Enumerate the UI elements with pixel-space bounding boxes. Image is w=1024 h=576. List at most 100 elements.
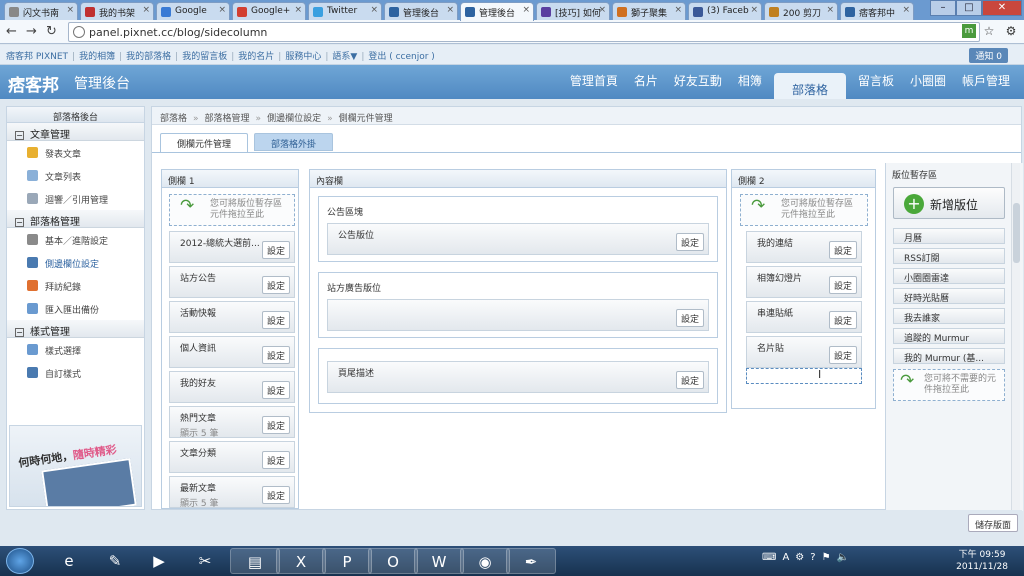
- top-link[interactable]: 登出 ( ccenjor ): [368, 52, 434, 62]
- help-icon[interactable]: ?: [810, 552, 815, 563]
- widget-item[interactable]: 我的好友 設定: [169, 371, 295, 403]
- tab-blog-plugins[interactable]: 部落格外掛: [254, 133, 334, 151]
- collapse-icon[interactable]: −: [15, 328, 24, 337]
- browser-tab[interactable]: 痞客邦中 ×: [840, 2, 914, 20]
- browser-tab[interactable]: 獅子聚集 ×: [612, 2, 686, 20]
- maximize-icon[interactable]: □: [956, 0, 982, 16]
- media-player-icon[interactable]: ▶: [134, 548, 184, 574]
- config-button[interactable]: 設定: [261, 311, 290, 329]
- collapse-icon[interactable]: −: [15, 131, 24, 140]
- nav-item[interactable]: 名片: [626, 72, 666, 99]
- volume-icon[interactable]: 🔈: [837, 552, 849, 563]
- config-button[interactable]: 設定: [675, 309, 704, 327]
- browser-tab[interactable]: Google+ ×: [232, 2, 306, 20]
- add-widget-button[interactable]: + 新增版位: [893, 187, 1005, 219]
- config-button[interactable]: 設定: [261, 276, 290, 294]
- nav-item[interactable]: 帳戶管理: [954, 72, 1018, 99]
- temp-widget-item[interactable]: 好時光貼曆: [893, 288, 1005, 304]
- breadcrumb-item[interactable]: 部落格管理: [205, 114, 250, 124]
- discard-drop-zone[interactable]: ↷ 您可將不需要的元 件拖拉至此: [893, 369, 1005, 401]
- widget-site-ad[interactable]: 設定: [327, 299, 709, 331]
- sidebar-item[interactable]: 拜訪紀錄: [7, 274, 144, 297]
- browser-tab[interactable]: 200 剪刀 ×: [764, 2, 838, 20]
- close-icon[interactable]: ✕: [982, 0, 1022, 16]
- top-link[interactable]: 我的留言板: [182, 52, 227, 62]
- tab-close-icon[interactable]: ×: [902, 5, 910, 15]
- explorer-icon[interactable]: ▤: [230, 548, 280, 574]
- tab-close-icon[interactable]: ×: [674, 5, 682, 15]
- nav-item[interactable]: 好友互動: [666, 72, 730, 99]
- config-button[interactable]: 設定: [675, 371, 704, 389]
- config-button[interactable]: 設定: [261, 381, 290, 399]
- config-button[interactable]: 設定: [261, 416, 290, 434]
- tab-close-icon[interactable]: ×: [294, 5, 302, 15]
- wrench-icon[interactable]: ⚙: [1004, 24, 1018, 38]
- collapse-icon[interactable]: −: [15, 218, 24, 227]
- drop-zone[interactable]: ↷ 您可將版位暫存區 元件拖拉至此: [169, 194, 295, 226]
- widget-item[interactable]: 相簿幻燈片 設定: [746, 266, 862, 298]
- browser-tab[interactable]: (3) Faceb ×: [688, 2, 762, 20]
- sidebar-item[interactable]: 迴響／引用管理: [7, 187, 144, 210]
- browser-tab[interactable]: 管理後台 ×: [384, 2, 458, 20]
- nav-item[interactable]: 留言板: [850, 72, 902, 99]
- top-link[interactable]: 我的部落格: [126, 52, 171, 62]
- config-button[interactable]: 設定: [828, 311, 857, 329]
- top-link[interactable]: 我的名片: [238, 52, 274, 62]
- config-button[interactable]: 設定: [261, 241, 290, 259]
- star-icon[interactable]: ☆: [982, 24, 996, 38]
- temp-widget-item[interactable]: RSS訂閱: [893, 248, 1005, 264]
- sidebar-item[interactable]: 自訂樣式: [7, 361, 144, 384]
- sidebar-item[interactable]: 側邊欄位設定: [7, 251, 144, 274]
- save-layout-button[interactable]: 儲存版面: [967, 514, 1018, 532]
- sidebar-section-blog[interactable]: − 部落格管理: [7, 210, 144, 228]
- outlook-icon[interactable]: O: [368, 548, 418, 574]
- back-icon[interactable]: ←: [6, 24, 17, 39]
- ime-indicator[interactable]: A: [782, 552, 789, 563]
- sidebar-item[interactable]: 樣式選擇: [7, 338, 144, 361]
- clock[interactable]: 下午 09:59 2011/11/28: [956, 549, 1008, 573]
- pen-tool-icon[interactable]: ✒: [506, 548, 556, 574]
- browser-tab[interactable]: [技巧] 如何 ×: [536, 2, 610, 20]
- sidebar-item[interactable]: 文章列表: [7, 164, 144, 187]
- breadcrumb-item[interactable]: 側邊欄位設定: [267, 114, 321, 124]
- browser-tab[interactable]: Google ×: [156, 2, 230, 20]
- widget-item[interactable]: 最新文章 顯示 5 筆設定: [169, 476, 295, 509]
- promo-banner[interactable]: 何時何地，隨時精彩: [9, 425, 142, 507]
- forward-icon[interactable]: →: [26, 24, 37, 39]
- widget-item[interactable]: 熱門文章 顯示 5 筆設定: [169, 406, 295, 439]
- browser-tab[interactable]: 管理後台 ×: [460, 2, 534, 21]
- config-button[interactable]: 設定: [261, 451, 290, 469]
- nav-item[interactable]: 小圈圈: [902, 72, 954, 99]
- tab-close-icon[interactable]: ×: [522, 5, 530, 15]
- excel-icon[interactable]: X: [276, 548, 326, 574]
- scrollbar-thumb[interactable]: [1013, 203, 1020, 263]
- paint-icon[interactable]: ✎: [90, 548, 140, 574]
- temp-widget-item[interactable]: 追蹤的 Murmur: [893, 328, 1005, 344]
- ie-icon[interactable]: e: [44, 548, 94, 574]
- top-link[interactable]: 痞客邦 PIXNET: [6, 52, 68, 62]
- top-link[interactable]: 服務中心: [285, 52, 321, 62]
- tab-close-icon[interactable]: ×: [370, 5, 378, 15]
- config-button[interactable]: 設定: [675, 233, 704, 251]
- sidebar-section-style[interactable]: − 樣式管理: [7, 320, 144, 338]
- config-button[interactable]: 設定: [261, 486, 290, 504]
- sidebar-item[interactable]: 發表文章: [7, 141, 144, 164]
- top-link[interactable]: 我的相簿: [79, 52, 115, 62]
- widget-item[interactable]: 站方公告 設定: [169, 266, 295, 298]
- settings-icon[interactable]: ⚙: [795, 552, 804, 563]
- nav-item[interactable]: 部落格: [773, 73, 846, 99]
- widget-item[interactable]: 名片貼 設定: [746, 336, 862, 368]
- powerpoint-icon[interactable]: P: [322, 548, 372, 574]
- widget-footer[interactable]: 頁尾描述 設定: [327, 361, 709, 393]
- tab-close-icon[interactable]: ×: [218, 5, 226, 15]
- sidebar-section-article[interactable]: − 文章管理: [7, 123, 144, 141]
- extension-icon[interactable]: m: [962, 24, 976, 38]
- tab-close-icon[interactable]: ×: [598, 5, 606, 15]
- url-input[interactable]: panel.pixnet.cc/blog/sidecolumn: [68, 22, 980, 42]
- nav-item[interactable]: 管理首頁: [562, 72, 626, 99]
- browser-tab[interactable]: 闪文书南 ×: [4, 2, 78, 20]
- widget-announcement[interactable]: 公告版位 設定: [327, 223, 709, 255]
- tab-close-icon[interactable]: ×: [750, 5, 758, 15]
- sidebar-item[interactable]: 基本／進階設定: [7, 228, 144, 251]
- widget-item[interactable]: 文章分類 設定: [169, 441, 295, 473]
